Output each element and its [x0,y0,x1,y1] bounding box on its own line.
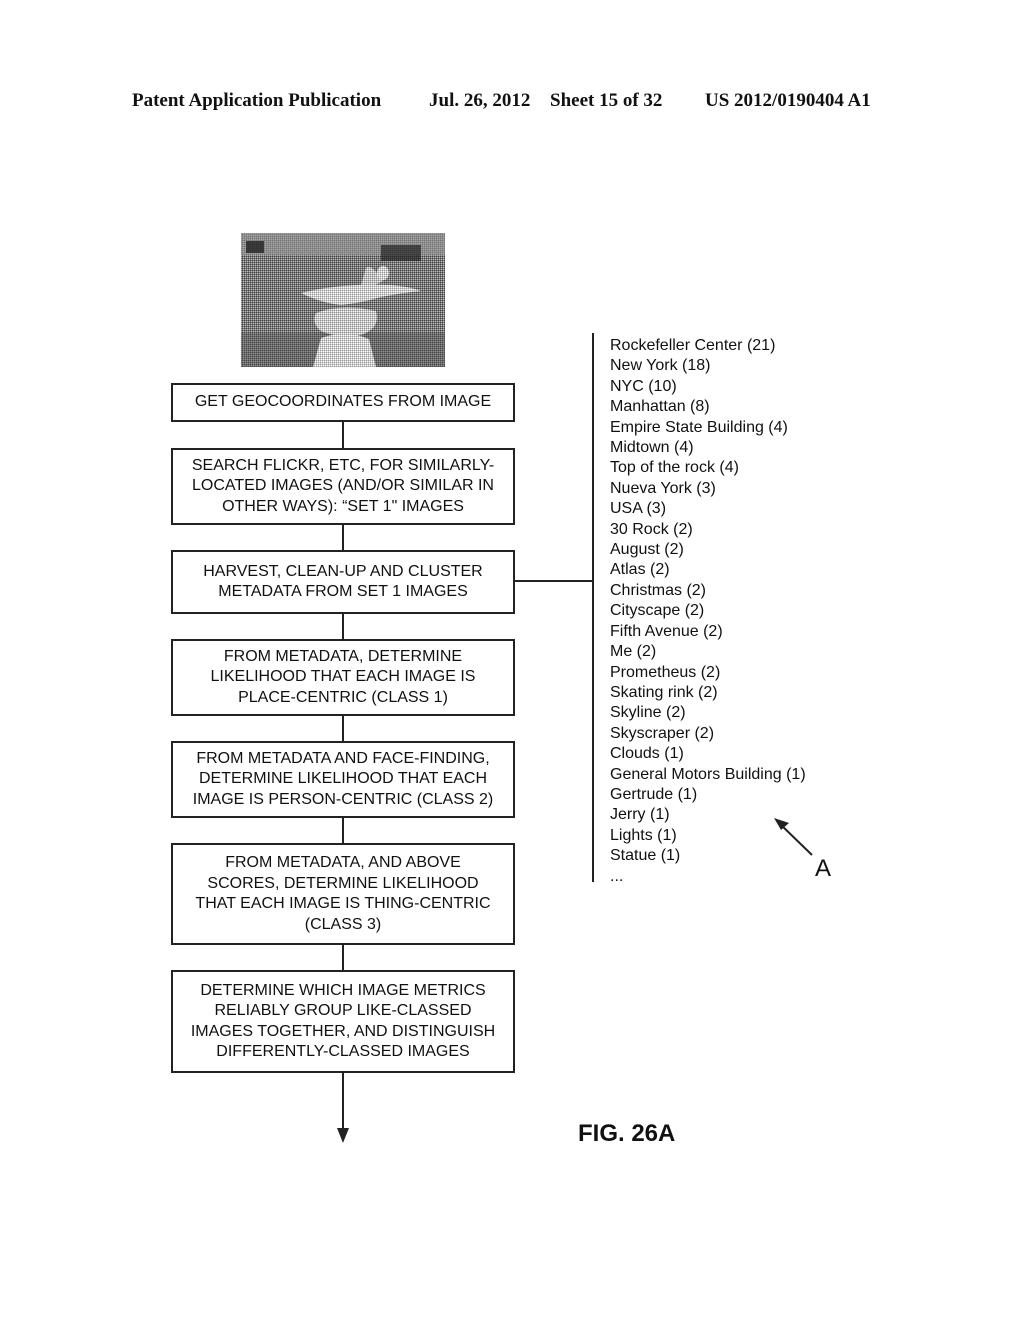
metadata-tag-item: NYC (10) [610,377,677,395]
metadata-tag-item: Midtown (4) [610,439,694,457]
metadata-tag-item: Prometheus (2) [610,663,721,681]
arrow-down-icon [337,1128,349,1143]
metadata-tag-item: Clouds (1) [610,745,684,763]
connector-overlay [337,333,813,1143]
metadata-tag-item: New York (18) [610,357,711,375]
metadata-tag-item: Top of the rock (4) [610,459,739,477]
metadata-tag-item: Atlas (2) [610,561,670,579]
metadata-tag-item: USA (3) [610,500,667,518]
metadata-tag-item: Rockefeller Center (21) [610,337,776,354]
metadata-tag-item: August (2) [610,541,684,559]
metadata-tag-item: Skyscraper (2) [610,724,715,742]
metadata-tag-item: Skyline (2) [610,704,686,722]
metadata-tag-item: Jerry (1) [610,806,670,824]
metadata-tag-item: ... [610,867,624,885]
metadata-tag-list: Rockefeller Center (21) New York (18) NYC … [610,336,806,887]
figure-caption: FIG. 26A [578,1120,676,1147]
metadata-tag-item: Gertrude (1) [610,785,698,803]
metadata-tag-item: 30 Rock (2) [610,520,693,538]
annotation-label: A [815,855,832,882]
metadata-tag-item: Me (2) [610,643,657,661]
metadata-tag-item: Nueva York (3) [610,479,716,497]
metadata-tag-item: Lights (1) [610,826,677,844]
metadata-tag-item: Fifth Avenue (2) [610,622,723,640]
metadata-tag-item: Skating rink (2) [610,683,718,701]
metadata-tag-item: Cityscape (2) [610,602,705,620]
metadata-tag-item: Christmas (2) [610,581,707,599]
metadata-tag-item: Empire State Building (4) [610,418,788,436]
metadata-tag-item: General Motors Building (1) [610,765,806,783]
metadata-tag-item: Manhattan (8) [610,398,710,416]
metadata-tag-item: Statue (1) [610,847,681,865]
